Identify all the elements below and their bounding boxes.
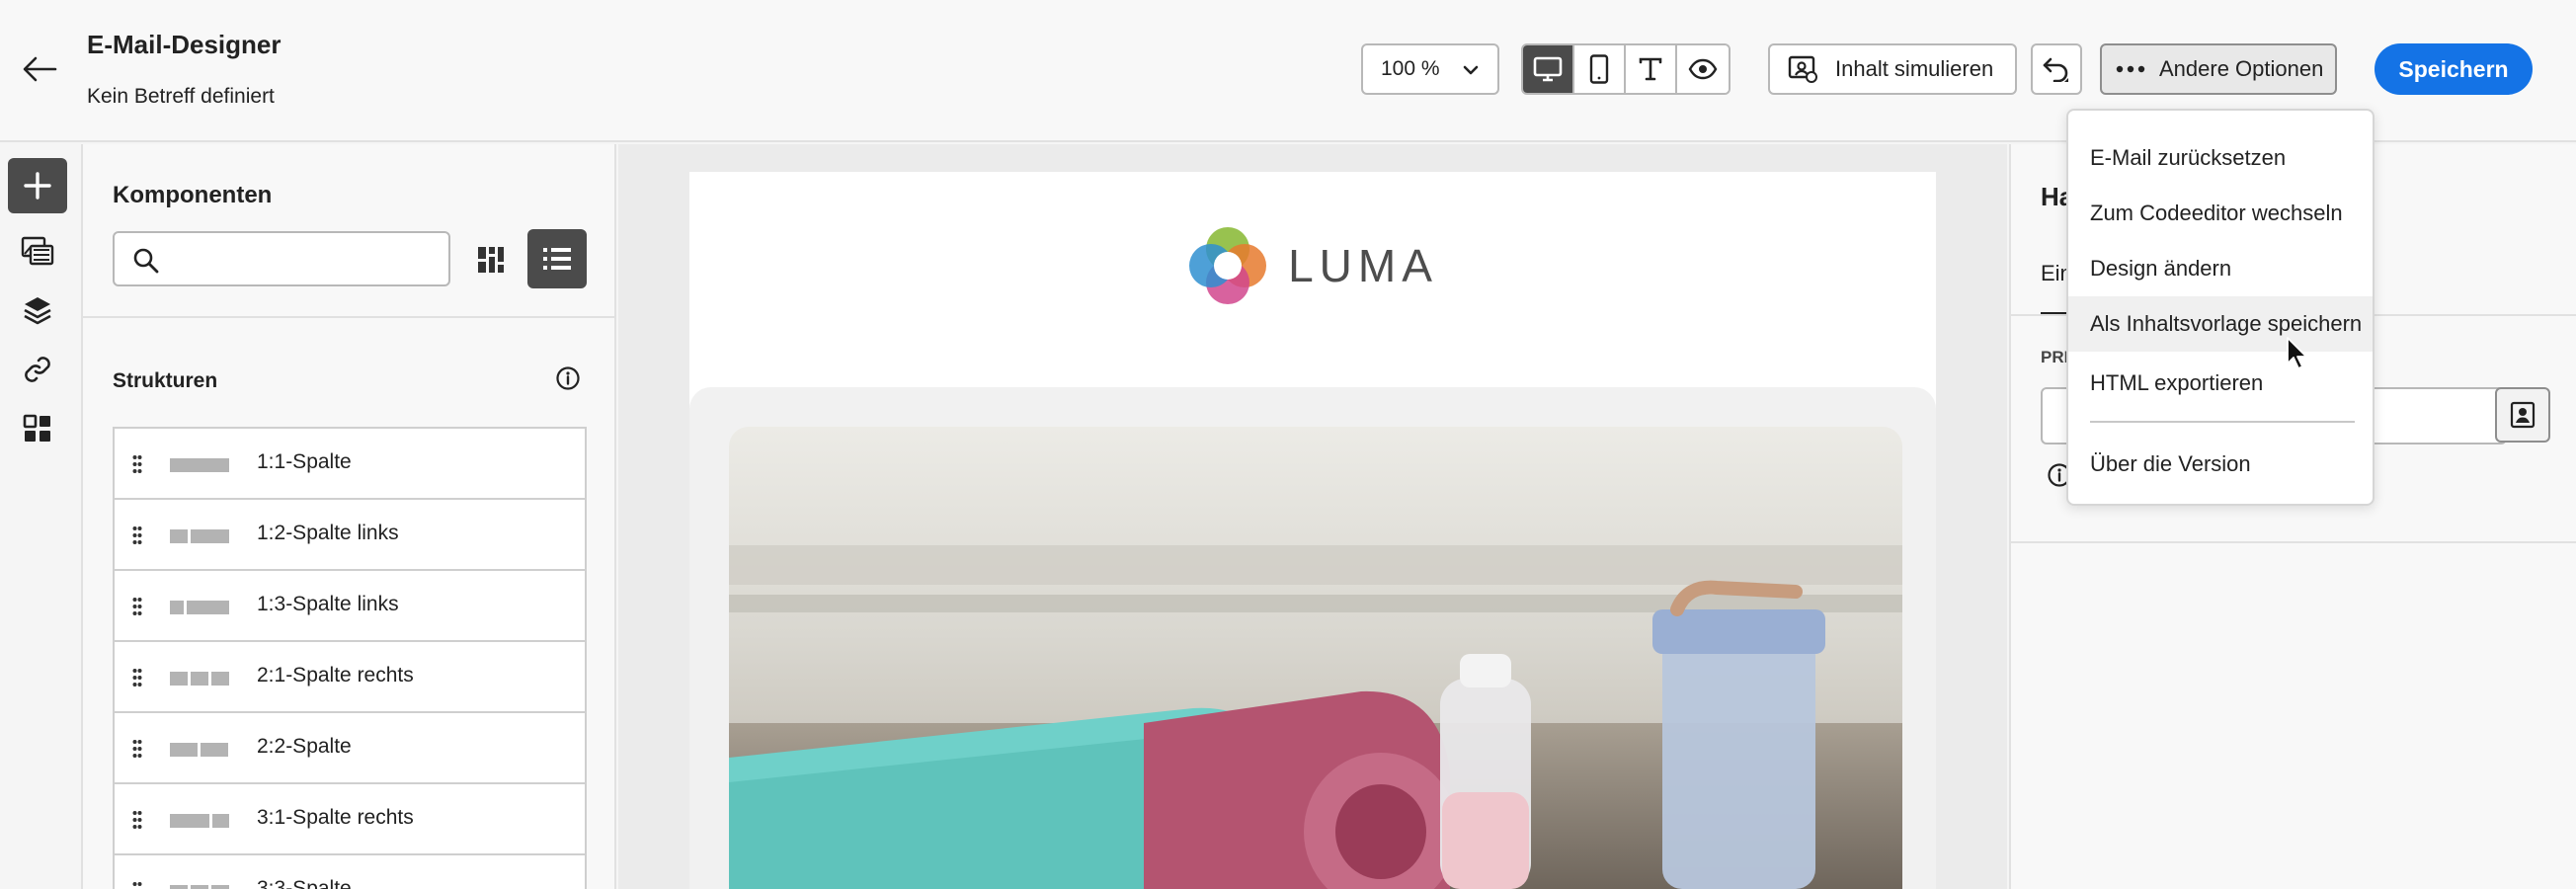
structure-item[interactable]: 1:3-Spalte links (115, 571, 585, 642)
structure-item[interactable]: 2:2-Spalte (115, 713, 585, 784)
list-view-button[interactable] (527, 229, 587, 288)
menu-divider (2090, 421, 2355, 423)
menu-item-code-editor[interactable]: Zum Codeeditor wechseln (2068, 186, 2373, 241)
structure-label: 1:3-Spalte links (257, 593, 399, 615)
email-preview[interactable]: LUMA (689, 172, 1936, 889)
desktop-icon (1533, 56, 1563, 82)
links-rail-button[interactable] (8, 342, 67, 397)
simulate-icon (1788, 55, 1817, 83)
personalize-button[interactable] (2495, 387, 2550, 443)
save-button[interactable]: Speichern (2375, 43, 2533, 95)
content-block[interactable] (689, 387, 1936, 889)
undo-icon (2043, 57, 2068, 82)
search-input[interactable] (174, 241, 441, 277)
structure-item[interactable]: 1:1-Spalte (115, 429, 585, 500)
text-icon (1639, 57, 1662, 81)
hero-image[interactable] (729, 427, 1902, 889)
logo-text: LUMA (1288, 240, 1438, 291)
simulate-content-button[interactable]: Inhalt simulieren (1768, 43, 2017, 95)
personalize-icon (2510, 401, 2536, 429)
arrow-left-icon (23, 56, 57, 82)
menu-item-reset-email[interactable]: E-Mail zurücksetzen (2068, 130, 2373, 186)
page-title: E-Mail-Designer (87, 30, 282, 59)
structure-item[interactable]: 3:1-Spalte rechts (115, 784, 585, 855)
fragments-rail-button[interactable] (8, 401, 67, 456)
layout-thumbnail (170, 672, 229, 686)
grid-view-icon (478, 247, 504, 273)
desktop-view-button[interactable] (1523, 45, 1574, 93)
zoom-value: 100 % (1381, 57, 1440, 80)
components-title: Komponenten (113, 182, 273, 208)
more-horizontal-icon (2116, 65, 2145, 73)
subject-status: Kein Betreff definiert (87, 85, 275, 108)
link-icon (25, 357, 50, 382)
email-canvas: LUMA (618, 144, 2007, 889)
layout-thumbnail (170, 814, 229, 828)
structure-label: 3:1-Spalte rechts (257, 806, 414, 829)
info-icon[interactable] (555, 365, 581, 391)
preview-button[interactable] (1677, 45, 1729, 93)
structure-list: 1:1-Spalte 1:2-Spalte links 1:3-Spalte l… (113, 427, 587, 889)
structure-label: 2:1-Spalte rechts (257, 664, 414, 687)
drag-handle-icon[interactable] (132, 454, 142, 474)
menu-item-about-version[interactable]: Über die Version (2068, 437, 2373, 492)
components-rail-button[interactable] (8, 158, 67, 213)
luma-logo-mark (1189, 227, 1267, 304)
structure-label: 3:3-Spalte (257, 877, 352, 889)
drag-handle-icon[interactable] (132, 525, 142, 545)
search-field[interactable] (113, 231, 450, 286)
mobile-icon (1589, 54, 1609, 84)
layers-rail-button[interactable] (8, 283, 67, 338)
drag-handle-icon[interactable] (132, 881, 142, 889)
search-icon (133, 248, 159, 274)
drag-handle-icon[interactable] (132, 810, 142, 830)
text-view-button[interactable] (1626, 45, 1677, 93)
menu-item-change-design[interactable]: Design ändern (2068, 241, 2373, 296)
menu-item-save-as-template[interactable]: Als Inhaltsvorlage speichern (2068, 296, 2373, 352)
grid-view-button[interactable] (466, 235, 516, 284)
layout-thumbnail (170, 743, 229, 757)
layout-thumbnail (170, 601, 229, 614)
more-options-menu: E-Mail zurücksetzen Zum Codeeditor wechs… (2066, 109, 2375, 506)
layout-thumbnail (170, 529, 229, 543)
list-view-icon (543, 248, 571, 270)
zoom-select[interactable]: 100 % (1361, 43, 1499, 95)
mouse-cursor-icon (2287, 337, 2307, 369)
layers-icon (24, 297, 51, 325)
chevron-down-icon (1463, 65, 1479, 75)
more-options-label: Andere Optionen (2159, 56, 2324, 81)
drag-handle-icon[interactable] (132, 597, 142, 616)
assets-rail-button[interactable] (8, 223, 67, 279)
drag-handle-icon[interactable] (132, 739, 142, 759)
eye-icon (1688, 58, 1718, 80)
components-panel: Komponenten Strukturen 1:1-Spalte 1:2-Sp… (83, 144, 616, 889)
left-rail (0, 144, 83, 889)
undo-button[interactable] (2031, 43, 2082, 95)
menu-item-export-html[interactable]: HTML exportieren (2068, 356, 2373, 411)
structure-item[interactable]: 3:3-Spalte (115, 855, 585, 889)
hero-photo (729, 427, 1902, 889)
luma-logo[interactable]: LUMA (689, 221, 1936, 310)
structure-item[interactable]: 1:2-Spalte links (115, 500, 585, 571)
layout-thumbnail (170, 458, 229, 472)
simulate-content-label: Inhalt simulieren (1835, 56, 1994, 81)
more-options-button[interactable]: Andere Optionen (2100, 43, 2337, 95)
panel-divider (83, 316, 614, 318)
structure-label: 1:1-Spalte (257, 450, 352, 473)
mobile-view-button[interactable] (1574, 45, 1626, 93)
structure-item[interactable]: 2:1-Spalte rechts (115, 642, 585, 713)
settings-divider (2011, 541, 2576, 543)
layout-thumbnail (170, 885, 229, 889)
fragments-icon (23, 414, 50, 442)
structures-title: Strukturen (113, 369, 218, 392)
structure-label: 2:2-Spalte (257, 735, 352, 758)
image-gallery-icon (21, 236, 54, 266)
structure-label: 1:2-Spalte links (257, 522, 399, 544)
drag-handle-icon[interactable] (132, 668, 142, 687)
back-button[interactable] (18, 47, 61, 91)
plus-icon (24, 172, 51, 200)
device-toggle-group (1521, 43, 1731, 95)
